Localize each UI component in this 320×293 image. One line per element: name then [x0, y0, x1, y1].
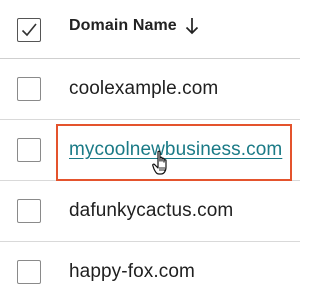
domain-name: happy-fox.com	[69, 261, 195, 282]
domain-name: coolexample.com	[69, 78, 219, 99]
checkmark-icon	[21, 23, 37, 37]
domain-table: Domain Name coolexample.com mycoolnewbus…	[0, 0, 300, 293]
row-checkbox[interactable]	[17, 77, 41, 101]
select-all-checkbox[interactable]	[17, 18, 41, 42]
table-row: coolexample.com	[0, 59, 300, 120]
domain-name-link[interactable]: mycoolnewbusiness.com	[69, 139, 282, 161]
column-header-label: Domain Name	[69, 17, 177, 34]
arrow-down-icon[interactable]	[185, 17, 199, 35]
domain-name: dafunkycactus.com	[69, 200, 234, 221]
table-row: mycoolnewbusiness.com	[0, 120, 300, 181]
table-row: happy-fox.com	[0, 242, 300, 293]
row-checkbox[interactable]	[17, 199, 41, 223]
row-checkbox[interactable]	[17, 138, 41, 162]
table-row: dafunkycactus.com	[0, 181, 300, 242]
hand-pointer-icon	[152, 150, 172, 181]
table-header-row: Domain Name	[0, 0, 300, 59]
column-header-domain-name[interactable]: Domain Name	[69, 17, 199, 35]
row-checkbox[interactable]	[17, 260, 41, 284]
